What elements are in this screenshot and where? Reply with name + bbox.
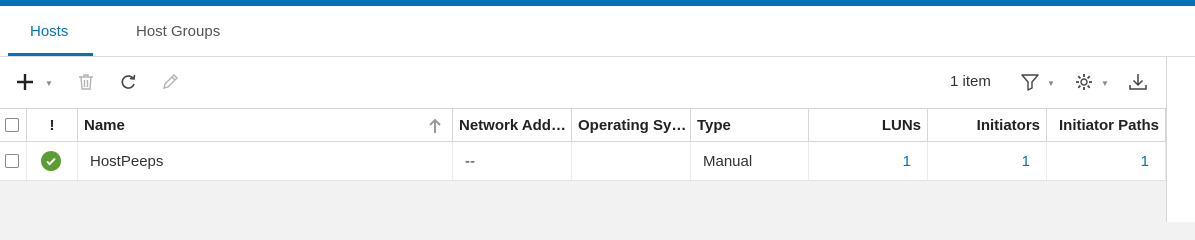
operating-system-cell (572, 142, 691, 180)
column-header-initiators[interactable]: Initiators (928, 109, 1047, 141)
trash-icon (79, 74, 93, 90)
gear-icon (1076, 74, 1092, 90)
refresh-icon (121, 74, 136, 89)
column-header-network-address[interactable]: Network Add… (453, 109, 572, 141)
filter-button[interactable] (1016, 67, 1044, 97)
chevron-down-icon[interactable]: ▼ (1101, 79, 1109, 88)
main-content: ▼ 1 item ▼ ▼ ! Name Network Add… Operati… (0, 57, 1166, 222)
network-address-cell: -- (453, 142, 572, 180)
luns-cell: 1 (809, 142, 928, 180)
delete-button[interactable] (72, 67, 100, 97)
status-ok-icon (41, 151, 61, 171)
type-cell: Manual (691, 142, 809, 180)
download-icon (1129, 74, 1147, 90)
column-header-status[interactable]: ! (27, 109, 78, 141)
plus-icon (17, 74, 33, 90)
tab-bar: Hosts Host Groups (0, 6, 1195, 57)
tab-hosts[interactable]: Hosts (30, 6, 68, 56)
toolbar: ▼ 1 item ▼ ▼ (0, 57, 1166, 108)
column-header-luns[interactable]: LUNs (809, 109, 928, 141)
initiators-cell: 1 (928, 142, 1047, 180)
initiators-link[interactable]: 1 (1022, 153, 1030, 170)
host-name-cell[interactable]: HostPeeps (78, 142, 453, 180)
select-all-cell (0, 109, 27, 141)
table-header: ! Name Network Add… Operating Sy… Type L… (0, 108, 1166, 142)
column-header-name[interactable]: Name (78, 109, 453, 141)
filter-icon (1021, 74, 1039, 91)
table-row[interactable]: HostPeeps -- Manual 1 1 1 (0, 142, 1166, 181)
row-select-cell (0, 142, 27, 180)
status-cell (27, 142, 78, 180)
chevron-down-icon[interactable]: ▼ (1047, 79, 1055, 88)
chevron-down-icon[interactable]: ▼ (45, 79, 53, 88)
column-header-type[interactable]: Type (691, 109, 809, 141)
tab-host-groups[interactable]: Host Groups (136, 6, 220, 56)
initiator-paths-cell: 1 (1047, 142, 1166, 180)
item-count: 1 item (950, 73, 991, 90)
column-header-name-label: Name (84, 117, 125, 134)
add-button[interactable] (11, 67, 39, 97)
row-checkbox[interactable] (5, 154, 19, 168)
sort-ascending-icon (429, 118, 441, 133)
active-tab-indicator (8, 53, 93, 56)
settings-button[interactable] (1070, 67, 1098, 97)
right-side-panel (1166, 57, 1195, 222)
pencil-icon (163, 74, 178, 89)
initiator-paths-link[interactable]: 1 (1141, 153, 1149, 170)
select-all-checkbox[interactable] (5, 118, 19, 132)
column-header-operating-system[interactable]: Operating Sy… (572, 109, 691, 141)
refresh-button[interactable] (114, 67, 142, 97)
column-header-initiator-paths[interactable]: Initiator Paths (1047, 109, 1166, 141)
edit-button[interactable] (156, 67, 184, 97)
luns-link[interactable]: 1 (903, 153, 911, 170)
download-button[interactable] (1124, 67, 1152, 97)
